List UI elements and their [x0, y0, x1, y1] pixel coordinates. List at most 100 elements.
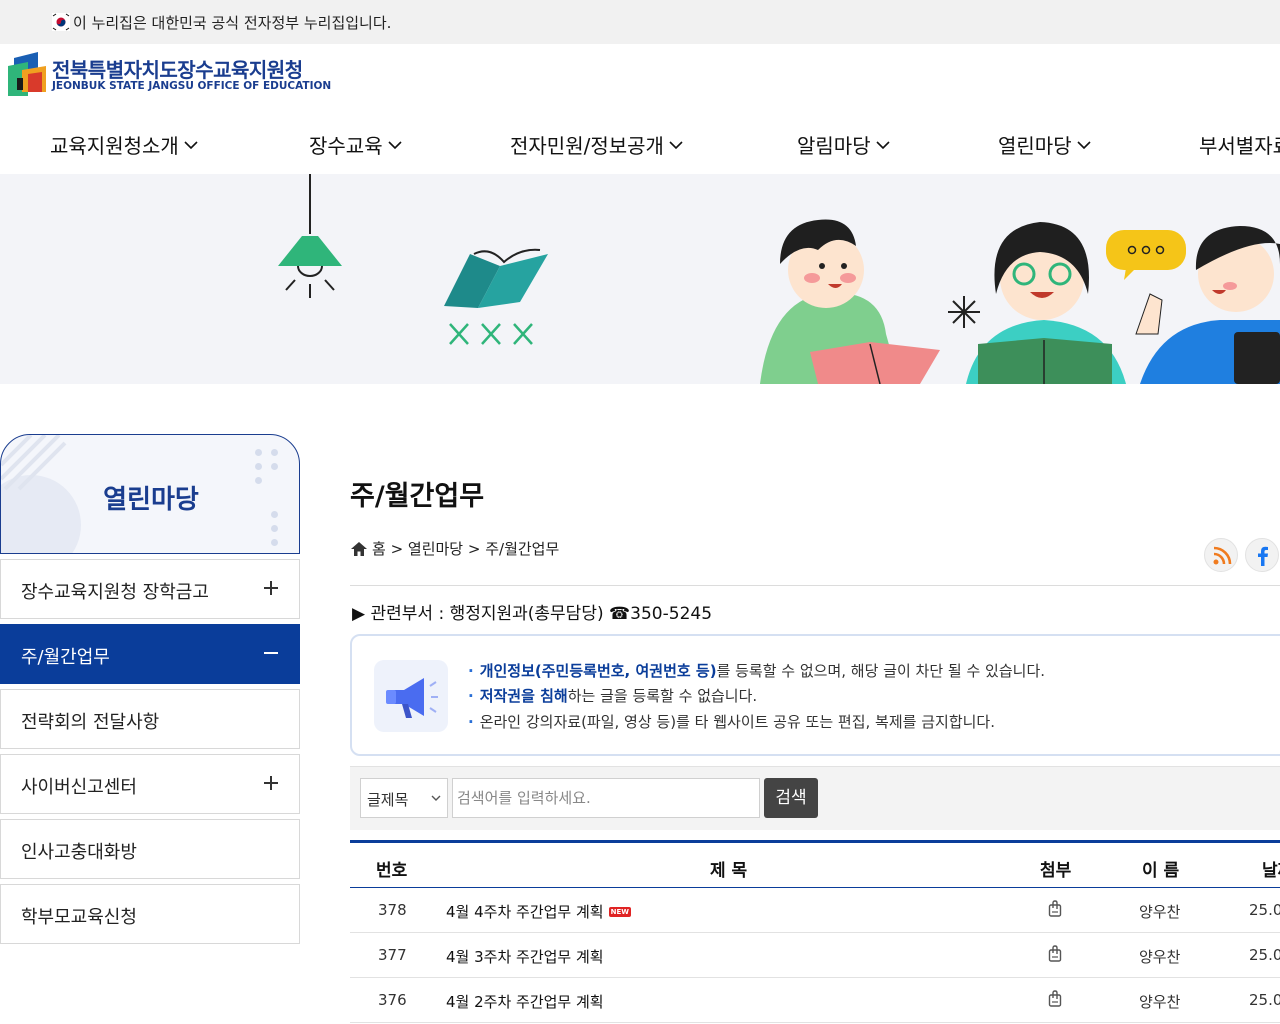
related-department: ▶ 관련부서 : 행정지원과(총무담당) ☎350-5245: [352, 604, 713, 624]
table-header: 번호 제 목 첨부 이 름 날짜: [350, 840, 1280, 888]
notice-text: 온라인 강의자료(파일, 영상 등)를 타 웹사이트 공유 또는 편집, 복제를…: [479, 713, 995, 731]
nav-item-label: 부서별자료: [1199, 134, 1280, 158]
table-row: 377 4월 3주차 주간업무 계획 양우찬 25.04.11: [350, 933, 1280, 978]
row-subject-link[interactable]: 4월 3주차 주간업무 계획: [446, 946, 604, 967]
megaphone-icon: [386, 678, 438, 718]
sidebar-item-strategy-meeting[interactable]: 전략회의 전달사항: [0, 689, 300, 749]
nav-item-intro[interactable]: 교육지원청소개: [50, 130, 199, 159]
logo-mark-icon: [8, 52, 46, 96]
row-subject: 4월 4주차 주간업무 계획: [446, 903, 604, 921]
page-title: 주/월간업무: [350, 481, 485, 512]
row-name: 양우찬: [1139, 903, 1181, 921]
nav-item-e-civil[interactable]: 전자민원/정보공개: [510, 130, 684, 159]
search-field-value: 글제목: [367, 791, 409, 809]
bullet-icon: ·: [468, 662, 474, 680]
row-subject-link[interactable]: 4월 4주차 주간업무 계획 NEW: [446, 901, 631, 922]
chevron-down-icon: [1077, 140, 1091, 149]
hero-banner: [0, 174, 1280, 384]
sidebar-item-weekly-monthly[interactable]: 주/월간업무: [0, 624, 300, 684]
facebook-icon: [1258, 546, 1268, 566]
chevron-down-icon: [184, 140, 198, 149]
row-date: 25.04.04: [1249, 991, 1280, 1009]
search-button[interactable]: 검색: [764, 778, 818, 818]
chevron-down-icon: [431, 795, 441, 801]
nav-item-label: 알림마당: [797, 134, 871, 158]
search-field-select[interactable]: 글제목: [360, 778, 448, 818]
sidebar-item-label: 주/월간업무: [21, 647, 110, 668]
nav-item-label: 장수교육: [309, 134, 383, 158]
notice-line-copyright: · 저작권을 침해하는 글을 등록할 수 없습니다.: [468, 685, 757, 706]
header-subject: 제 목: [710, 861, 748, 881]
notice-text: 하는 글을 등록할 수 없습니다.: [567, 687, 758, 705]
rss-icon: [1213, 546, 1232, 565]
content-divider: [350, 585, 1280, 586]
table-row: 376 4월 2주차 주간업무 계획 양우찬 25.04.04: [350, 978, 1280, 1023]
breadcrumb-text: 홈 > 열린마당 > 주/월간업무: [372, 540, 560, 558]
chevron-down-icon: [669, 140, 683, 149]
hero-illustration: [278, 174, 1280, 384]
home-icon[interactable]: [350, 541, 368, 557]
sidebar-item-parent-edu[interactable]: 학부모교육신청: [0, 884, 300, 944]
chevron-down-icon: [388, 140, 402, 149]
sidebar-item-label: 인사고충대화방: [21, 842, 137, 863]
nav-item-label: 교육지원청소개: [50, 134, 179, 158]
gov-banner-text: 이 누리집은 대한민국 공식 전자정부 누리집입니다.: [73, 14, 392, 32]
nav-item-label: 전자민원/정보공개: [510, 134, 664, 158]
gov-banner: 이 누리집은 대한민국 공식 전자정부 누리집입니다.: [0, 0, 1280, 44]
row-subject-link[interactable]: 4월 2주차 주간업무 계획: [446, 991, 604, 1012]
bullet-icon: ·: [468, 687, 474, 705]
row-date: 25.04.11: [1249, 946, 1280, 964]
sidebar-item-label: 학부모교육신청: [21, 907, 137, 928]
nav-item-open-square[interactable]: 열린마당: [998, 130, 1092, 159]
plus-icon: [264, 776, 278, 790]
nav-item-jangsu-edu[interactable]: 장수교육: [309, 130, 403, 159]
sidebar-header: 열린마당: [0, 434, 300, 554]
sidebar-item-hr-grievance[interactable]: 인사고충대화방: [0, 819, 300, 879]
breadcrumb: 홈 > 열린마당 > 주/월간업무: [350, 538, 559, 559]
logo-name-en: JEONBUK STATE JANGSU OFFICE OF EDUCATION: [52, 80, 332, 92]
row-no: 376: [378, 991, 407, 1009]
notice-strong: 저작권을 침해: [479, 687, 568, 705]
row-subject: 4월 3주차 주간업무 계획: [446, 948, 604, 966]
notice-line-materials: · 온라인 강의자료(파일, 영상 등)를 타 웹사이트 공유 또는 편집, 복제…: [468, 711, 995, 732]
row-name: 양우찬: [1139, 993, 1181, 1011]
korea-flag-icon: [52, 13, 70, 31]
sidebar-title: 열린마당: [103, 485, 199, 515]
sidebar-item-label: 사이버신고센터: [21, 777, 137, 798]
header-no: 번호: [376, 861, 408, 881]
attachment-icon[interactable]: [1048, 945, 1062, 963]
attachment-icon[interactable]: [1048, 990, 1062, 1008]
nav-item-notice[interactable]: 알림마당: [797, 130, 891, 159]
rss-button[interactable]: [1204, 538, 1238, 572]
bullet-icon: ·: [468, 713, 474, 731]
site-logo[interactable]: 전북특별자치도장수교육지원청 JEONBUK STATE JANGSU OFFI…: [8, 52, 332, 100]
header-attach: 첨부: [1040, 861, 1072, 881]
main-nav: 교육지원청소개 장수교육 전자민원/정보공개 알림마당 열린마당 부서별자료: [0, 118, 1280, 174]
new-badge: NEW: [608, 906, 631, 917]
table-row: 378 4월 4주차 주간업무 계획 NEW 양우찬 25.04.18: [350, 888, 1280, 933]
attachment-icon[interactable]: [1048, 900, 1062, 918]
row-date: 25.04.18: [1249, 901, 1280, 919]
sidebar-item-cyber-report[interactable]: 사이버신고센터: [0, 754, 300, 814]
minus-icon: [264, 652, 278, 654]
logo-name-ko: 전북특별자치도장수교육지원청: [52, 58, 303, 82]
plus-icon: [264, 581, 278, 595]
nav-item-label: 열린마당: [998, 134, 1072, 158]
nav-item-dept-data[interactable]: 부서별자료: [1199, 130, 1280, 159]
search-bar: 글제목 검색: [350, 766, 1280, 830]
row-name: 양우찬: [1139, 948, 1181, 966]
notice-line-privacy: · 개인정보(주민등록번호, 여권번호 등)를 등록할 수 없으며, 해당 글이 …: [468, 660, 1045, 681]
header-name: 이 름: [1142, 861, 1180, 881]
row-subject: 4월 2주차 주간업무 계획: [446, 993, 604, 1011]
sidebar-item-label: 전략회의 전달사항: [21, 712, 160, 733]
notice-text: 를 등록할 수 없으며, 해당 글이 차단 될 수 있습니다.: [716, 662, 1046, 680]
search-input[interactable]: [452, 778, 760, 818]
row-no: 378: [378, 901, 407, 919]
header-date: 날짜: [1262, 861, 1280, 881]
sidebar-item-scholarship[interactable]: 장수교육지원청 장학금고: [0, 559, 300, 619]
row-no: 377: [378, 946, 407, 964]
notice-icon-box: [374, 660, 448, 732]
facebook-button[interactable]: [1245, 538, 1279, 572]
sidebar-item-label: 장수교육지원청 장학금고: [21, 582, 209, 603]
chevron-down-icon: [876, 140, 890, 149]
